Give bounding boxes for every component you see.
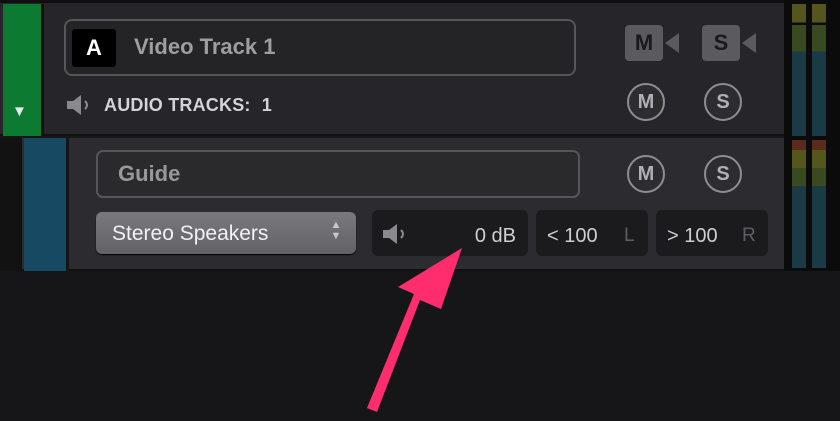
gain-value: 0 dB — [474, 225, 516, 247]
audio-tracks-text: AUDIO TRACKS: — [104, 95, 251, 115]
chevron-down-icon[interactable]: ▼ — [12, 104, 27, 120]
pan-left-value: < 100 — [547, 225, 598, 247]
video-solo-label: S — [702, 25, 740, 61]
video-track-letter-badge: A — [72, 29, 116, 67]
audio-track-name: Guide — [118, 161, 181, 186]
strip-divider — [66, 138, 69, 271]
level-meter — [812, 4, 826, 136]
audio-track-solo-button[interactable]: S — [704, 155, 742, 193]
video-mute-label: M — [625, 25, 663, 61]
pan-right-value: > 100 — [667, 225, 718, 247]
updown-arrows-icon: ▲ ▼ — [330, 219, 342, 242]
speaker-icon — [67, 95, 88, 115]
level-meter — [812, 140, 826, 268]
pan-left-suffix: L — [624, 225, 635, 246]
audio-tracks-count: 1 — [261, 95, 273, 115]
audio-mute-all-button[interactable]: M — [627, 83, 665, 121]
audio-track-mute-button[interactable]: M — [627, 155, 665, 193]
camera-icon — [742, 33, 756, 53]
level-meter — [792, 140, 806, 268]
video-track-name: Video Track 1 — [134, 34, 276, 59]
speaker-icon — [383, 224, 404, 244]
row-divider — [0, 0, 784, 3]
audio-track-color-strip[interactable] — [24, 138, 66, 271]
audio-tracks-label: AUDIO TRACKS: 1 — [104, 93, 272, 117]
video-mute-button[interactable]: M — [625, 25, 681, 61]
camera-icon — [665, 33, 679, 53]
audio-row-gutter — [0, 138, 22, 271]
audio-solo-all-button[interactable]: S — [704, 83, 742, 121]
level-meter — [792, 4, 806, 136]
strip-divider — [41, 4, 44, 136]
audio-output-value: Stereo Speakers — [112, 222, 269, 245]
video-solo-button[interactable]: S — [702, 25, 758, 61]
pan-right-suffix: R — [742, 225, 756, 246]
